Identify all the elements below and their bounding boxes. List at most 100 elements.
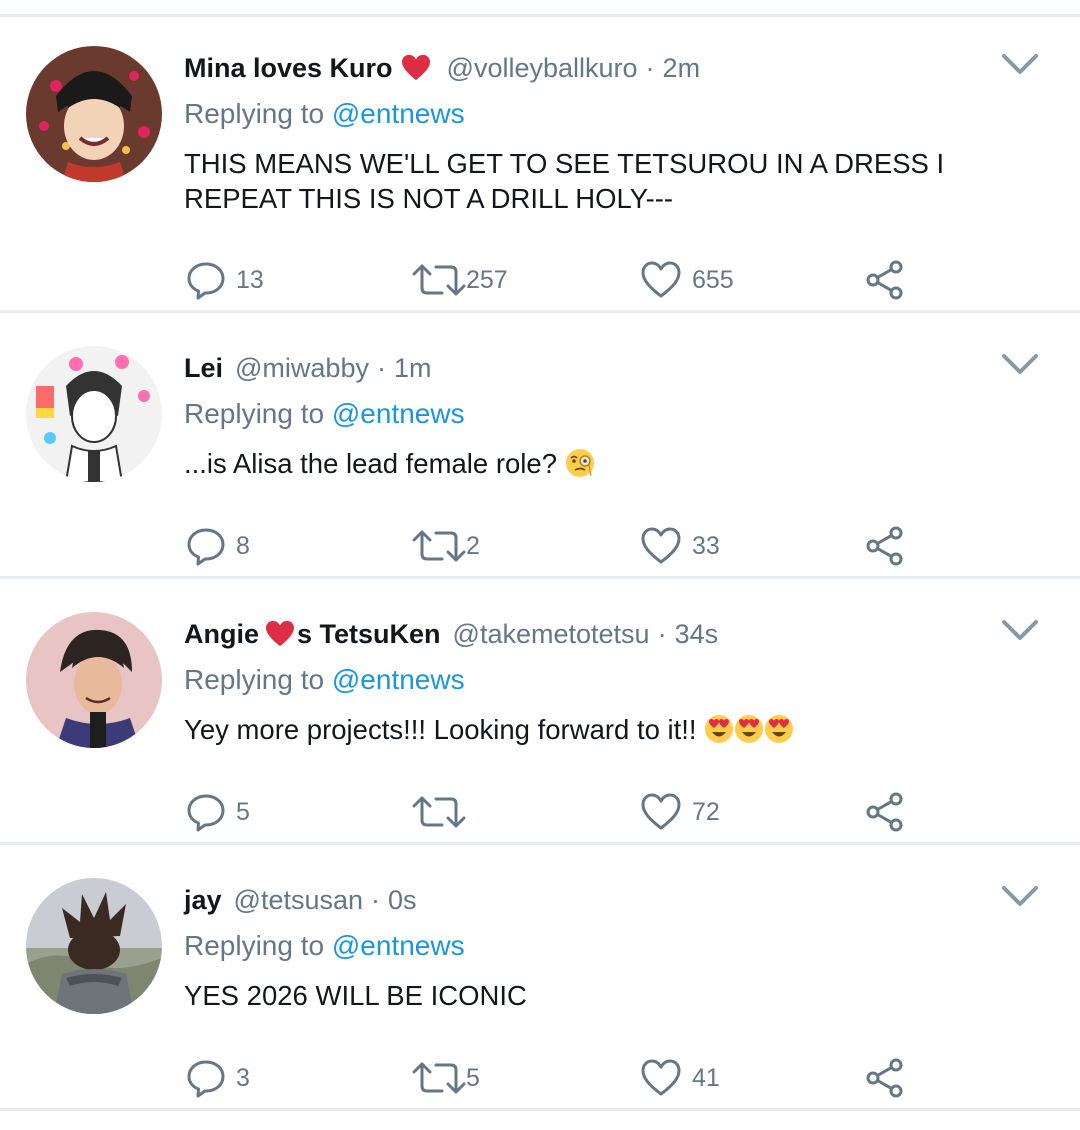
heart-eyes-icon xyxy=(705,715,734,743)
display-name[interactable]: Lei xyxy=(184,353,223,384)
heart-eyes-icon xyxy=(765,715,794,743)
share-icon xyxy=(866,1058,903,1098)
avatar[interactable] xyxy=(26,46,162,182)
user-handle[interactable]: @volleyballkuro xyxy=(447,53,638,84)
red-heart-icon xyxy=(401,54,430,81)
reply-icon xyxy=(187,794,225,832)
timestamp[interactable]: 2m xyxy=(663,53,701,84)
mention-link[interactable]: @entnews xyxy=(332,398,465,429)
share-button[interactable] xyxy=(864,790,906,834)
tweet-divider xyxy=(0,842,1080,845)
chevron-down-icon[interactable] xyxy=(1000,350,1040,378)
like-count: 655 xyxy=(692,265,734,294)
tweet-actions: 13 257 655 xyxy=(186,258,1066,302)
reply-count: 3 xyxy=(236,1063,250,1092)
display-name-text: Lei xyxy=(184,352,224,383)
share-button[interactable] xyxy=(864,258,906,302)
replying-to: Replying to @entnews xyxy=(184,98,465,130)
tweet-header: jay @tetsusan · 0s xyxy=(184,878,417,922)
retweet-button[interactable] xyxy=(412,790,466,834)
mention-link[interactable]: @entnews xyxy=(332,930,465,961)
reply-button[interactable]: 8 xyxy=(186,524,250,568)
heart-eyes-icon xyxy=(735,715,764,743)
tweet-actions: 3 5 41 xyxy=(186,1056,1066,1100)
retweet-icon xyxy=(412,1062,466,1094)
tweet-3[interactable]: Angie s TetsuKen @takemetotetsu · 34s Re… xyxy=(0,582,1080,844)
tweet-text-content: ...is Alisa the lead female role? xyxy=(184,448,557,479)
share-button[interactable] xyxy=(864,1056,906,1100)
like-button[interactable]: 72 xyxy=(640,790,720,834)
timestamp[interactable]: 1m xyxy=(394,353,432,384)
avatar[interactable] xyxy=(26,346,162,482)
tweet-text: Yey more projects!!! Looking forward to … xyxy=(184,712,1044,747)
display-name[interactable]: Angie s TetsuKen xyxy=(184,619,441,650)
share-icon xyxy=(866,792,903,832)
heart-icon xyxy=(641,793,681,830)
mention-link[interactable]: @entnews xyxy=(332,664,465,695)
replying-to: Replying to @entnews xyxy=(184,664,465,696)
replying-label: Replying to xyxy=(184,398,325,429)
share-icon xyxy=(866,260,903,300)
reply-button[interactable]: 3 xyxy=(186,1056,250,1100)
tweet-text-content: Yey more projects!!! Looking forward to … xyxy=(184,714,697,745)
tweet-text: YES 2026 WILL BE ICONIC xyxy=(184,980,527,1011)
separator-dot: · xyxy=(657,618,667,649)
separator-dot: · xyxy=(376,352,386,383)
avatar[interactable] xyxy=(26,878,162,1014)
like-button[interactable]: 655 xyxy=(640,258,734,302)
display-name[interactable]: Mina loves Kuro xyxy=(184,53,435,84)
chevron-down-icon[interactable] xyxy=(1000,616,1040,644)
retweet-button[interactable]: 2 xyxy=(412,524,480,568)
retweet-icon xyxy=(412,264,466,296)
separator-dot: · xyxy=(645,52,655,83)
user-handle[interactable]: @tetsusan xyxy=(234,885,363,916)
reply-button[interactable]: 5 xyxy=(186,790,250,834)
retweet-button[interactable]: 257 xyxy=(412,258,508,302)
display-name-text: Mina loves Kuro xyxy=(184,52,393,83)
avatar[interactable] xyxy=(26,612,162,748)
tweet-divider xyxy=(0,576,1080,579)
display-name[interactable]: jay xyxy=(184,885,222,916)
avatar-image xyxy=(26,878,162,1014)
user-handle[interactable]: @takemetotetsu xyxy=(453,619,650,650)
reply-button[interactable]: 13 xyxy=(186,258,264,302)
tweet-divider xyxy=(0,310,1080,313)
chevron-down-icon[interactable] xyxy=(1000,882,1040,910)
reply-icon xyxy=(187,1060,225,1098)
like-button[interactable]: 41 xyxy=(640,1056,720,1100)
reply-icon xyxy=(187,262,225,300)
share-button[interactable] xyxy=(864,524,906,568)
mention-link[interactable]: @entnews xyxy=(332,98,465,129)
tweet-4[interactable]: jay @tetsusan · 0s Replying to @entnews … xyxy=(0,848,1080,1110)
reply-icon xyxy=(187,528,225,566)
display-name-text: Angie xyxy=(184,618,260,649)
retweet-count: 2 xyxy=(466,531,480,560)
heart-icon xyxy=(641,527,681,564)
red-heart-icon xyxy=(266,620,295,647)
retweet-count: 5 xyxy=(466,1063,480,1092)
like-button[interactable]: 33 xyxy=(640,524,720,568)
tweet-2[interactable]: Lei @miwabby · 1m Replying to @entnews .… xyxy=(0,316,1080,578)
chevron-down-icon[interactable] xyxy=(1000,50,1040,78)
avatar-image xyxy=(26,46,162,182)
user-handle[interactable]: @miwabby xyxy=(235,353,369,384)
like-count: 72 xyxy=(692,797,720,826)
bottom-divider xyxy=(0,1108,1080,1111)
face-with-monocle-icon xyxy=(565,449,594,477)
reply-count: 5 xyxy=(236,797,250,826)
tweet-header: Angie s TetsuKen @takemetotetsu · 34s xyxy=(184,612,718,656)
avatar-image xyxy=(26,612,162,748)
tweet-text: THIS MEANS WE'LL GET TO SEE TETSUROU IN … xyxy=(184,148,945,214)
heart-icon xyxy=(641,261,681,298)
display-name-text: jay xyxy=(184,884,222,915)
retweet-button[interactable]: 5 xyxy=(412,1056,480,1100)
reply-count: 8 xyxy=(236,531,250,560)
timestamp[interactable]: 34s xyxy=(675,619,719,650)
display-name-suffix: s TetsuKen xyxy=(297,618,441,649)
tweet-1[interactable]: Mina loves Kuro @volleyballkuro · 2m Rep… xyxy=(0,16,1080,310)
timestamp[interactable]: 0s xyxy=(388,885,417,916)
reply-count: 13 xyxy=(236,265,264,294)
retweet-icon xyxy=(412,530,466,562)
retweet-count: 257 xyxy=(466,265,508,294)
replying-label: Replying to xyxy=(184,664,325,695)
